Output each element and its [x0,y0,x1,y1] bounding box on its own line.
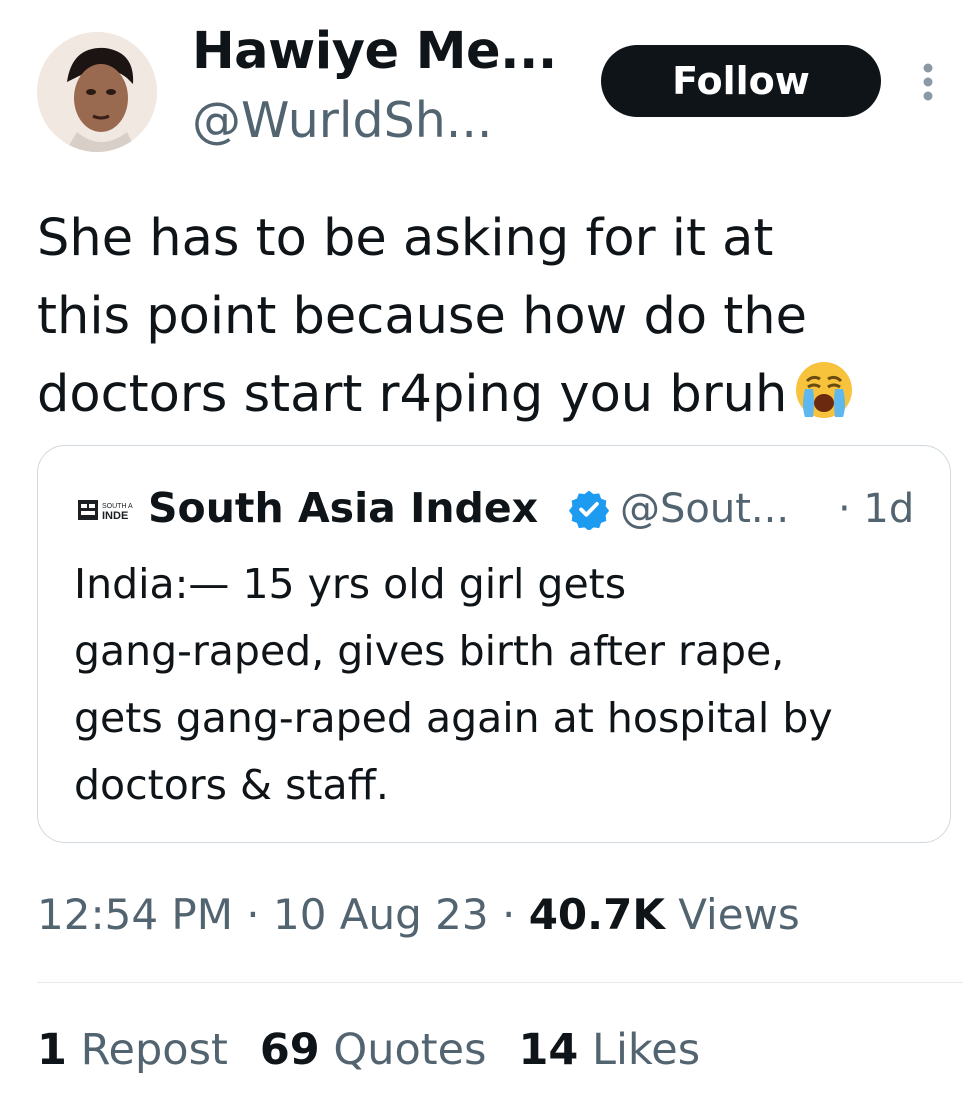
loudly-crying-face-icon [793,359,855,421]
quoted-account-logo: SOUTH A INDE [78,498,138,522]
verified-badge-icon [568,488,610,531]
quoted-tweet-text: India:— 15 yrs old girl gets gang-raped,… [74,560,833,809]
likes-label: Likes [592,1025,701,1075]
author-avatar[interactable] [37,32,157,152]
tweet-body: She has to be asking for it at this poin… [37,209,808,424]
tweet-meta: 12:54 PM · 10 Aug 23 · 40.7K Views [37,890,800,939]
tweet-text: She has to be asking for it at this poin… [37,200,937,434]
views-count: 40.7K [528,890,665,939]
logo-text-bottom: INDE [102,510,128,522]
quotes-label: Quotes [333,1025,487,1075]
author-handle[interactable]: @WurldSh... [192,92,493,149]
meta-separator: · [488,890,529,939]
likes-stat[interactable]: 14 Likes [519,1025,701,1075]
quotes-stat[interactable]: 69 Quotes [260,1025,487,1075]
quoted-tweet-time[interactable]: · 1d [838,486,914,532]
follow-button[interactable]: Follow [601,45,881,117]
quoted-tweet-card[interactable]: SOUTH A INDE South Asia Index @Sout... ·… [37,445,951,843]
views-label: Views [664,890,800,939]
divider [37,982,963,983]
more-options-icon[interactable] [918,62,938,102]
reposts-label: Repost [80,1025,228,1075]
quoted-account-handle[interactable]: @Sout... [620,486,789,532]
meta-separator: · [232,890,274,939]
quoted-account-name[interactable]: South Asia Index [148,484,538,532]
logo-text-top: SOUTH A [102,503,133,510]
quotes-count: 69 [259,1025,320,1075]
likes-count: 14 [518,1025,579,1075]
avatar-image [37,32,157,152]
tweet-date[interactable]: 10 Aug 23 [273,890,489,939]
tweet-time[interactable]: 12:54 PM [37,890,233,939]
reposts-count: 1 [37,1025,67,1075]
reposts-stat[interactable]: 1 Repost [37,1025,228,1075]
engagement-stats: 1 Repost 69 Quotes 14 Likes [37,1025,732,1075]
author-display-name[interactable]: Hawiye Me... [192,22,557,81]
